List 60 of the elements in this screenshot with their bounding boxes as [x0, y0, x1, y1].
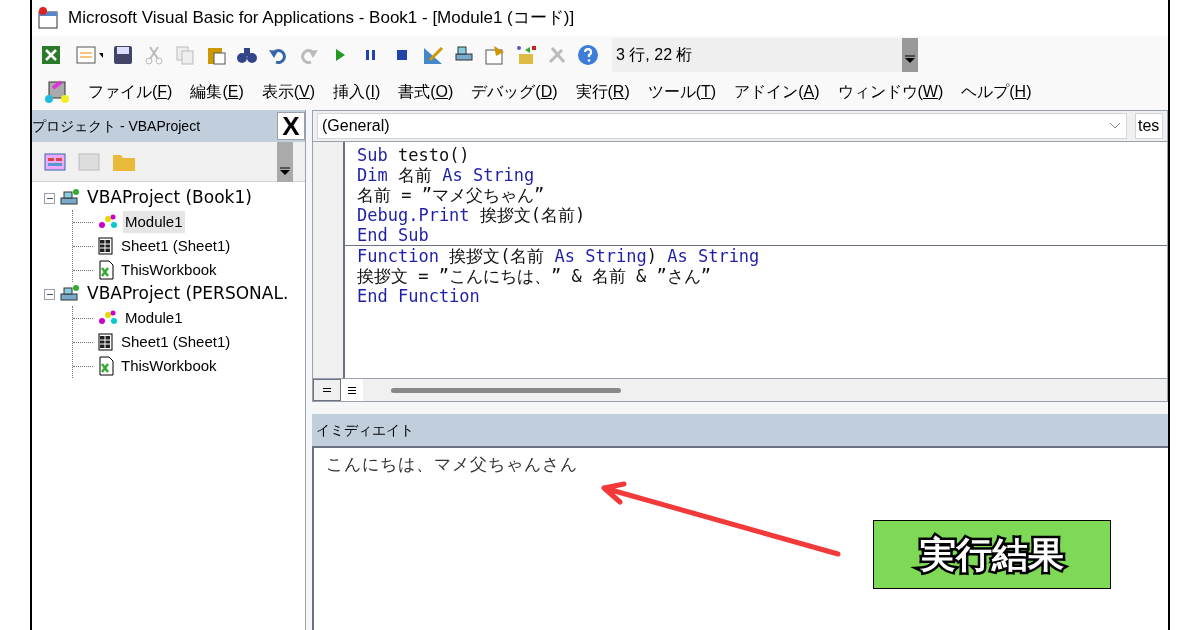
help-icon[interactable] [577, 44, 599, 66]
menu-item[interactable]: 書式(O) [398, 80, 454, 104]
object-browser-icon[interactable] [515, 44, 537, 66]
menu-item[interactable]: 表示(V) [261, 80, 316, 104]
view-code-icon[interactable] [44, 152, 66, 171]
module-icon [97, 213, 119, 231]
code-line: 名前 = ”マメ父ちゃん” [356, 185, 546, 205]
menu-item[interactable]: ツール(T) [647, 80, 717, 104]
tree-item[interactable]: ThisWorkbook [119, 354, 219, 378]
tree-item[interactable]: VBAProject (Book1) [85, 185, 254, 211]
code-line: End Sub [356, 225, 430, 245]
tree-item[interactable]: VBAProject (PERSONAL. [85, 281, 291, 307]
scroll-down-icon[interactable] [277, 141, 293, 182]
immediate-title: イミディエイト [316, 420, 414, 440]
tree-item[interactable]: Sheet1 (Sheet1) [119, 234, 233, 258]
code-line: End Function [356, 286, 481, 306]
tree-item[interactable]: Module1 [123, 306, 185, 330]
code-line: 挨拶文 = ”こんにちは、” & 名前 & ”さん” [356, 266, 713, 286]
menu-item[interactable]: デバッグ(D) [471, 80, 558, 104]
cursor-position: 3 行, 22 桁 [616, 45, 693, 65]
menu-item[interactable]: 挿入(I) [333, 80, 381, 104]
save-icon[interactable] [112, 44, 134, 66]
full-module-view-icon[interactable] [341, 379, 363, 401]
dropdown-icon[interactable] [902, 38, 918, 72]
sheet-icon [97, 332, 115, 352]
menu-item[interactable]: ファイル(F) [88, 80, 173, 104]
design-mode-icon[interactable] [422, 44, 444, 66]
app-icon [36, 6, 60, 30]
workbook-icon [97, 260, 115, 280]
code-line: Debug.Print 挨拶文(名前) [356, 205, 587, 225]
menu-item[interactable]: ウィンドウ(W) [837, 80, 944, 104]
collapse-toggle[interactable] [44, 288, 55, 300]
tree-item[interactable]: ThisWorkbook [119, 258, 219, 282]
menu-item[interactable]: ヘルプ(H) [961, 80, 1032, 104]
menu-item[interactable]: アドイン(A) [734, 80, 820, 104]
code-line: Dim 名前 As String [356, 165, 536, 185]
menu-item[interactable]: 編集(E) [190, 80, 244, 104]
scrollbar-thumb[interactable] [391, 387, 621, 393]
immediate-output: こんにちは、マメ父ちゃんさん [326, 455, 578, 474]
close-button[interactable]: X [277, 112, 305, 140]
workbook-icon [97, 356, 115, 376]
tree-item[interactable]: Module1 [123, 210, 185, 234]
tree-item[interactable]: Sheet1 (Sheet1) [119, 330, 233, 354]
collapse-toggle[interactable] [44, 192, 55, 204]
sheet-icon [97, 236, 115, 256]
project-icon [59, 284, 81, 304]
project-icon [59, 188, 81, 208]
panel-title: プロジェクト - VBAProject [32, 116, 201, 136]
code-line: Sub testo() [356, 145, 471, 165]
procedure-view-icon[interactable] [313, 379, 341, 401]
excel-icon[interactable] [40, 44, 62, 66]
chevron-down-icon [1108, 121, 1122, 131]
object-dropdown[interactable]: (General) [317, 113, 1127, 139]
module-icon [97, 309, 119, 327]
menu-bar-icon [44, 79, 70, 105]
window-title: Microsoft Visual Basic for Applications - Book1 - [Module1 (コード)] [68, 7, 575, 30]
menu-item[interactable]: 実行(R) [575, 80, 630, 104]
properties-icon[interactable] [484, 44, 506, 66]
code-line: Function 挨拶文(名前 As String) As String [356, 246, 761, 266]
object-name: (General) [322, 116, 390, 136]
